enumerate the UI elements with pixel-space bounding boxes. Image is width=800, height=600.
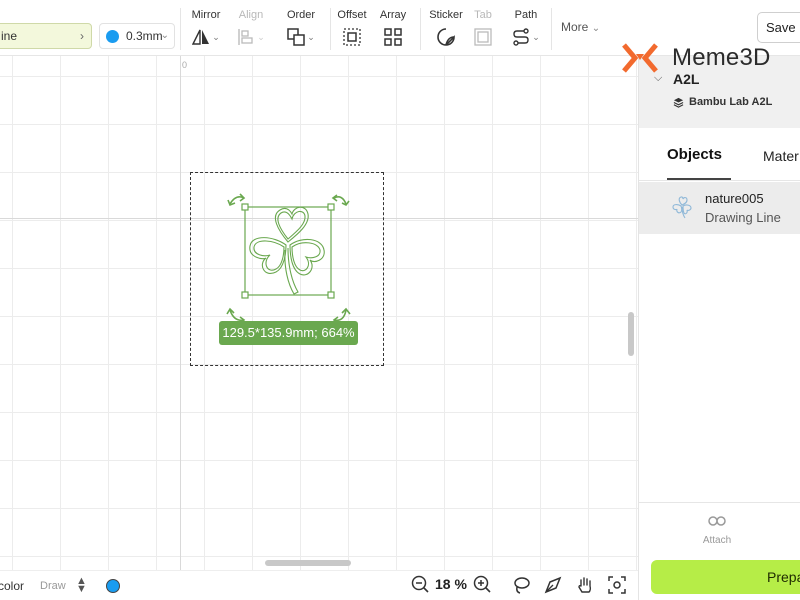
align-tool[interactable]: Align ⌄ <box>236 8 266 47</box>
array-icon <box>384 28 402 46</box>
path-tool[interactable]: Path ⌄ <box>508 8 544 47</box>
brand-name: Meme3D <box>672 44 771 71</box>
offset-icon <box>343 28 361 46</box>
right-panel: ⌵ A2L Bambu Lab A2L Objects Mater nature… <box>638 56 800 600</box>
zoom-controls: 18 % <box>411 575 491 593</box>
layers-icon <box>673 97 684 108</box>
order-tool[interactable]: Order ⌄ <box>284 8 318 47</box>
mirror-tool[interactable]: Mirror ⌄ <box>190 8 222 47</box>
tab-label: Tab <box>474 9 492 21</box>
lasso-icon[interactable] <box>512 576 530 594</box>
dimension-readout: 129.5*135.9mm; 664% <box>219 321 358 345</box>
zoom-in-icon[interactable] <box>473 575 491 593</box>
mode-stepper-icon[interactable]: ▲ ▼ <box>76 576 87 595</box>
more-label: More <box>561 20 589 34</box>
line-width-select[interactable]: 0.3mm ⌄ <box>99 23 175 49</box>
line-width-value: 0.3mm <box>126 29 163 43</box>
line-color-swatch <box>106 30 119 43</box>
attach-button[interactable]: Attach <box>697 514 737 546</box>
shamrock-object[interactable] <box>218 190 358 330</box>
path-label: Path <box>514 9 538 21</box>
canvas-axis-vertical <box>180 56 181 570</box>
canvas-tools <box>512 576 626 594</box>
mode-label: Draw <box>40 580 66 592</box>
zoom-out-icon[interactable] <box>411 575 429 593</box>
vertical-scrollbar[interactable] <box>628 312 634 356</box>
device-model-label: Bambu Lab A2L <box>689 96 773 108</box>
zoom-level: 18 % <box>435 576 467 592</box>
rotate-handle-top-right[interactable] <box>331 194 350 207</box>
object-list-item[interactable]: nature005 Drawing Line <box>639 182 800 234</box>
rotate-handle-top-left[interactable] <box>227 193 246 207</box>
array-tool[interactable]: Array <box>378 8 408 47</box>
prepare-button[interactable]: Prepa <box>651 560 800 594</box>
chevron-down-icon: ⌄ <box>160 30 169 41</box>
array-label: Array <box>379 9 407 21</box>
bottom-bar: color Draw ▲ ▼ 18 % <box>0 570 638 600</box>
tab-tool[interactable]: Tab <box>470 8 496 47</box>
align-label: Align <box>238 9 264 21</box>
ruler-origin-label: 0 <box>182 60 188 70</box>
chevron-right-icon: › <box>80 29 84 43</box>
chevron-down-icon: ⌄ <box>212 31 220 42</box>
line-type-select[interactable]: ine › <box>0 23 92 49</box>
mirror-icon <box>192 29 210 45</box>
toolbar-divider <box>551 8 552 50</box>
shamrock-thumbnail-icon <box>672 196 692 219</box>
tabs-divider <box>639 180 800 181</box>
attach-divider <box>639 502 800 503</box>
brand-logo: Meme3D <box>622 42 771 74</box>
chevron-down-icon: ⌄ <box>532 31 540 42</box>
object-name: nature005 <box>705 191 764 206</box>
horizontal-scrollbar[interactable] <box>265 560 351 566</box>
hand-pan-icon[interactable] <box>576 576 594 594</box>
tab-icon <box>474 28 492 46</box>
path-icon <box>513 28 529 46</box>
sticker-tool[interactable]: Sticker <box>428 8 464 47</box>
fit-view-icon[interactable] <box>608 576 626 594</box>
sticker-label: Sticker <box>429 9 463 21</box>
attach-label: Attach <box>702 535 732 546</box>
mirror-label: Mirror <box>191 9 221 21</box>
offset-label: Offset <box>337 9 367 21</box>
toolbar-divider <box>330 8 331 50</box>
sticker-icon <box>437 28 455 46</box>
color-swatch[interactable] <box>106 579 120 593</box>
toolbar-divider <box>420 8 421 50</box>
align-icon <box>238 29 253 45</box>
toolbar-divider <box>180 8 181 50</box>
order-label: Order <box>286 9 316 21</box>
link-icon <box>708 516 726 526</box>
tab-materials[interactable]: Mater <box>763 148 799 164</box>
device-model: Bambu Lab A2L <box>673 96 772 108</box>
chevron-down-icon: ⌄ <box>591 23 601 34</box>
more-button[interactable]: More ⌄ <box>561 20 600 34</box>
offset-tool[interactable]: Offset <box>336 8 368 47</box>
line-type-value: ine <box>1 29 18 43</box>
meme3d-logo-icon <box>622 43 658 73</box>
chevron-down-icon: ⌄ <box>307 31 315 42</box>
tab-objects[interactable]: Objects <box>667 146 725 164</box>
order-icon <box>287 28 305 46</box>
save-button[interactable]: Save <box>757 12 800 43</box>
tab-objects-label: Objects <box>667 146 723 163</box>
color-label: color <box>0 579 25 593</box>
chevron-down-icon: ⌄ <box>257 31 265 42</box>
object-type: Drawing Line <box>705 210 781 225</box>
pen-tool-icon[interactable] <box>544 576 562 594</box>
